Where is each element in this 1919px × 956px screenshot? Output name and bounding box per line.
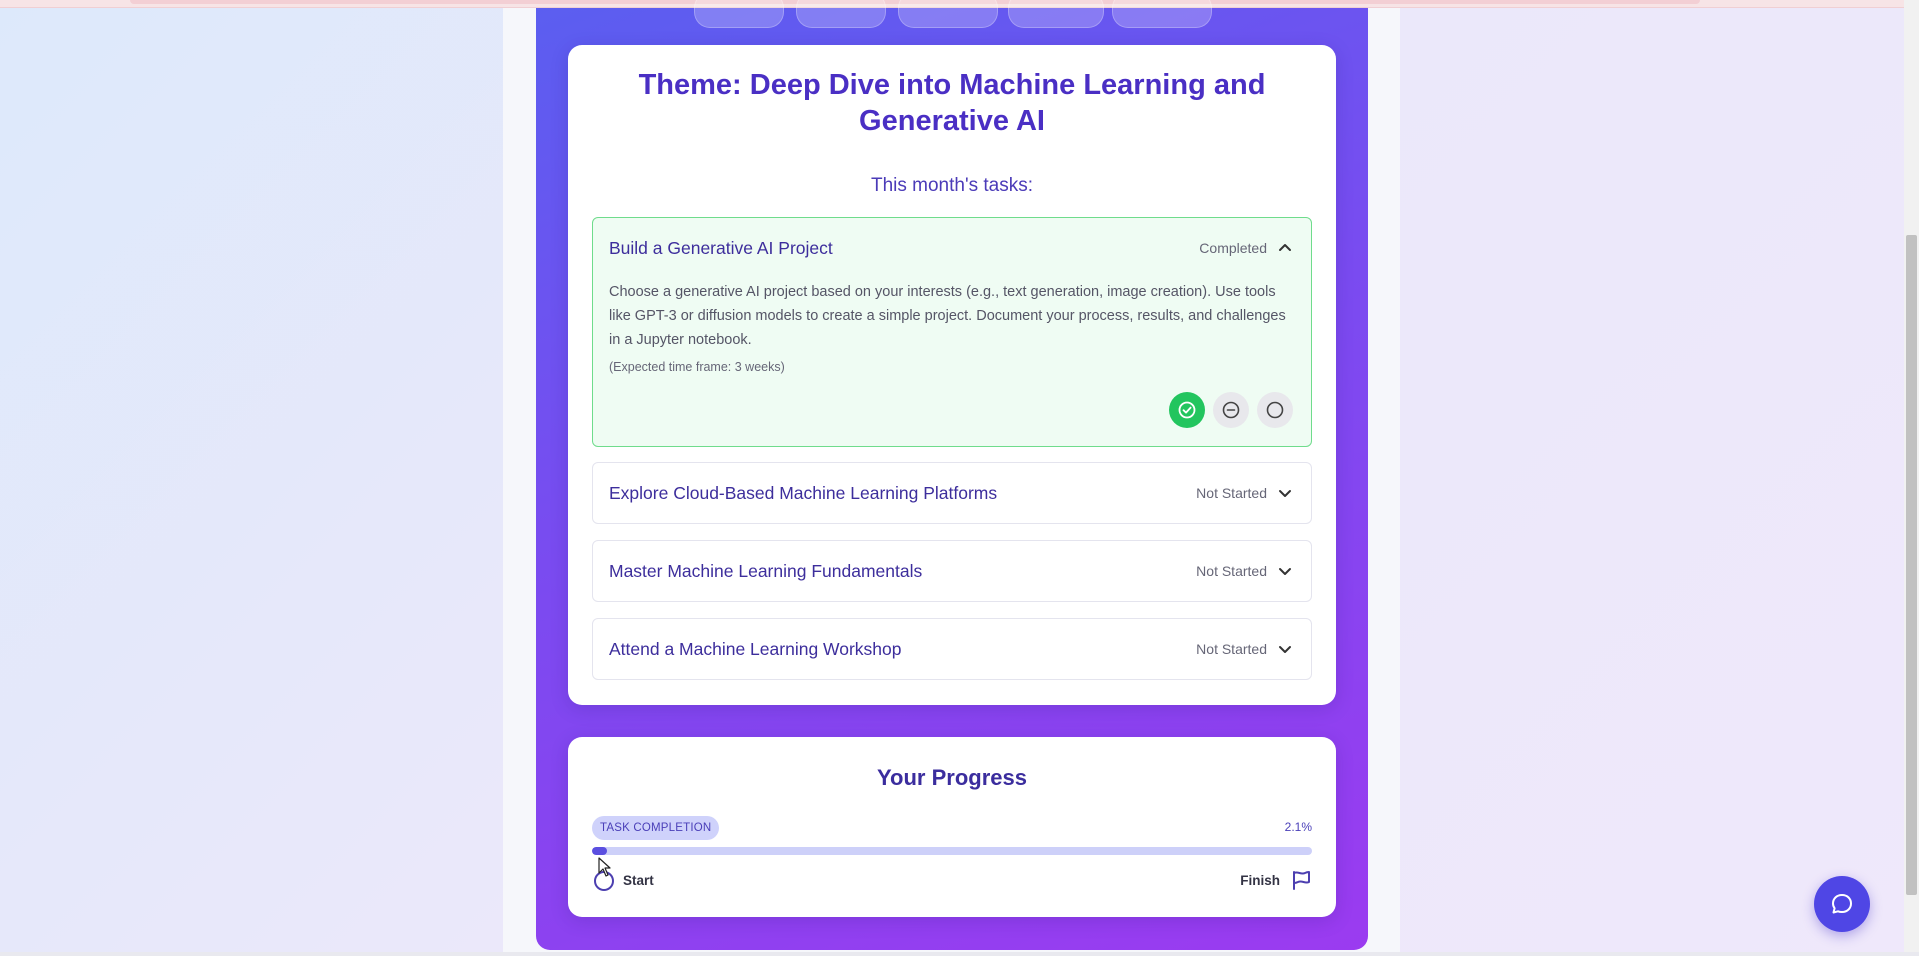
- progress-card: Your Progress TASK COMPLETION 2.1% Start…: [568, 737, 1336, 917]
- theme-title: Theme: Deep Dive into Machine Learning a…: [638, 69, 1266, 137]
- bottom-bar: [0, 952, 1919, 956]
- mark-in-progress-button[interactable]: [1213, 392, 1249, 428]
- flag-icon: [1293, 871, 1310, 890]
- task-completion-label: TASK COMPLETION: [592, 816, 720, 840]
- progress-bar: [592, 847, 1312, 855]
- chat-bubble-icon: [1832, 894, 1852, 914]
- chevron-down-icon[interactable]: [1277, 641, 1293, 657]
- chevron-down-icon[interactable]: [1277, 485, 1293, 501]
- chevron-up-icon[interactable]: [1277, 240, 1293, 256]
- task-item-generative-ai-project[interactable]: Build a Generative AI Project Completed …: [592, 217, 1312, 447]
- task-status: Not Started: [1196, 563, 1267, 579]
- tasks-heading: This month's tasks:: [870, 175, 1033, 196]
- task-title: Build a Generative AI Project: [609, 238, 833, 258]
- task-description: Choose a generative AI project based on …: [609, 284, 1286, 348]
- scrollbar-thumb[interactable]: [1906, 235, 1917, 895]
- start-label: Start: [623, 873, 654, 888]
- task-time-frame: (Expected time frame: 3 weeks): [609, 360, 785, 374]
- progress-title: Your Progress: [877, 765, 1027, 790]
- mark-completed-button[interactable]: [1169, 392, 1205, 428]
- month-nav-pill[interactable]: [694, 0, 784, 28]
- month-nav-pill[interactable]: [898, 0, 998, 28]
- task-title: Master Machine Learning Fundamentals: [609, 561, 923, 581]
- task-status: Not Started: [1196, 485, 1267, 501]
- progress-bar-fill: [592, 847, 608, 855]
- month-nav: [536, 0, 1368, 28]
- month-nav-pill[interactable]: [1008, 0, 1104, 28]
- task-item-ml-workshop[interactable]: Attend a Machine Learning Workshop Not S…: [592, 618, 1312, 680]
- finish-label: Finish: [1240, 873, 1280, 888]
- minus-circle-icon: [1222, 401, 1240, 419]
- task-title: Explore Cloud-Based Machine Learning Pla…: [609, 483, 998, 503]
- mouse-cursor-icon: [598, 857, 611, 877]
- task-status: Not Started: [1196, 641, 1267, 657]
- task-title: Attend a Machine Learning Workshop: [609, 639, 902, 659]
- chat-button[interactable]: [1814, 876, 1870, 932]
- progress-percent: 2.1%: [1284, 820, 1312, 834]
- month-nav-pill[interactable]: [796, 0, 886, 28]
- mark-not-started-button[interactable]: [1257, 392, 1293, 428]
- chevron-down-icon[interactable]: [1277, 563, 1293, 579]
- circle-icon: [1266, 401, 1284, 419]
- task-item-ml-fundamentals[interactable]: Master Machine Learning Fundamentals Not…: [592, 540, 1312, 602]
- month-nav-pill[interactable]: [1112, 0, 1212, 28]
- task-item-cloud-ml-platforms[interactable]: Explore Cloud-Based Machine Learning Pla…: [592, 462, 1312, 524]
- theme-card: Theme: Deep Dive into Machine Learning a…: [568, 45, 1336, 705]
- task-status: Completed: [1199, 240, 1267, 256]
- check-circle-icon: [1178, 401, 1196, 419]
